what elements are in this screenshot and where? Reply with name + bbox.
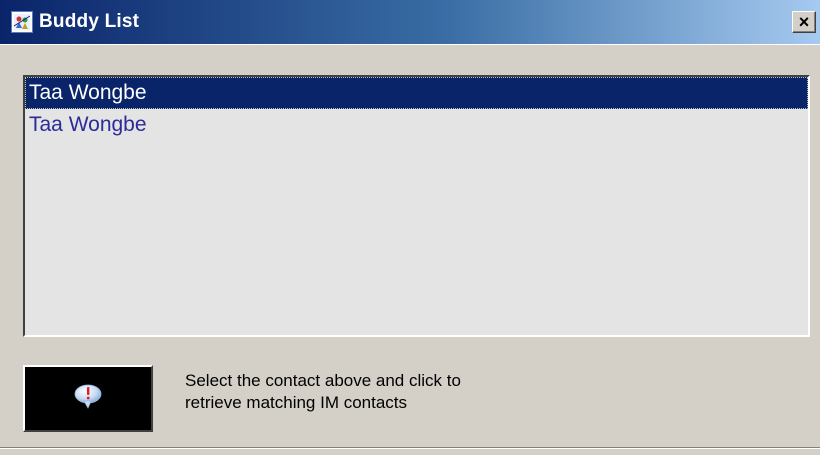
buddy-list-window: Buddy List × Taa Wongbe Taa Wongbe Selec… xyxy=(0,0,820,455)
contact-list-item-selected[interactable]: Taa Wongbe xyxy=(25,77,808,109)
title-bar[interactable]: Buddy List × xyxy=(0,0,820,44)
window-title: Buddy List xyxy=(39,11,140,32)
contact-list-item[interactable]: Taa Wongbe xyxy=(25,109,808,141)
close-button[interactable]: × xyxy=(792,11,816,33)
titlebar-separator xyxy=(0,44,820,63)
buddy-list-app-icon xyxy=(11,11,33,33)
bottom-divider xyxy=(0,447,820,449)
hint-line-2: retrieve matching IM contacts xyxy=(185,393,408,412)
retrieve-hint-text: Select the contact above and click to re… xyxy=(185,370,605,414)
contact-name: Taa Wongbe xyxy=(29,113,147,136)
contact-name: Taa Wongbe xyxy=(29,81,147,104)
close-icon: × xyxy=(798,12,810,32)
contact-list[interactable]: Taa Wongbe Taa Wongbe xyxy=(23,75,810,337)
speech-bubble-alert-icon xyxy=(73,383,103,414)
hint-line-1: Select the contact above and click to xyxy=(185,371,461,390)
retrieve-im-contacts-button[interactable] xyxy=(23,365,153,432)
